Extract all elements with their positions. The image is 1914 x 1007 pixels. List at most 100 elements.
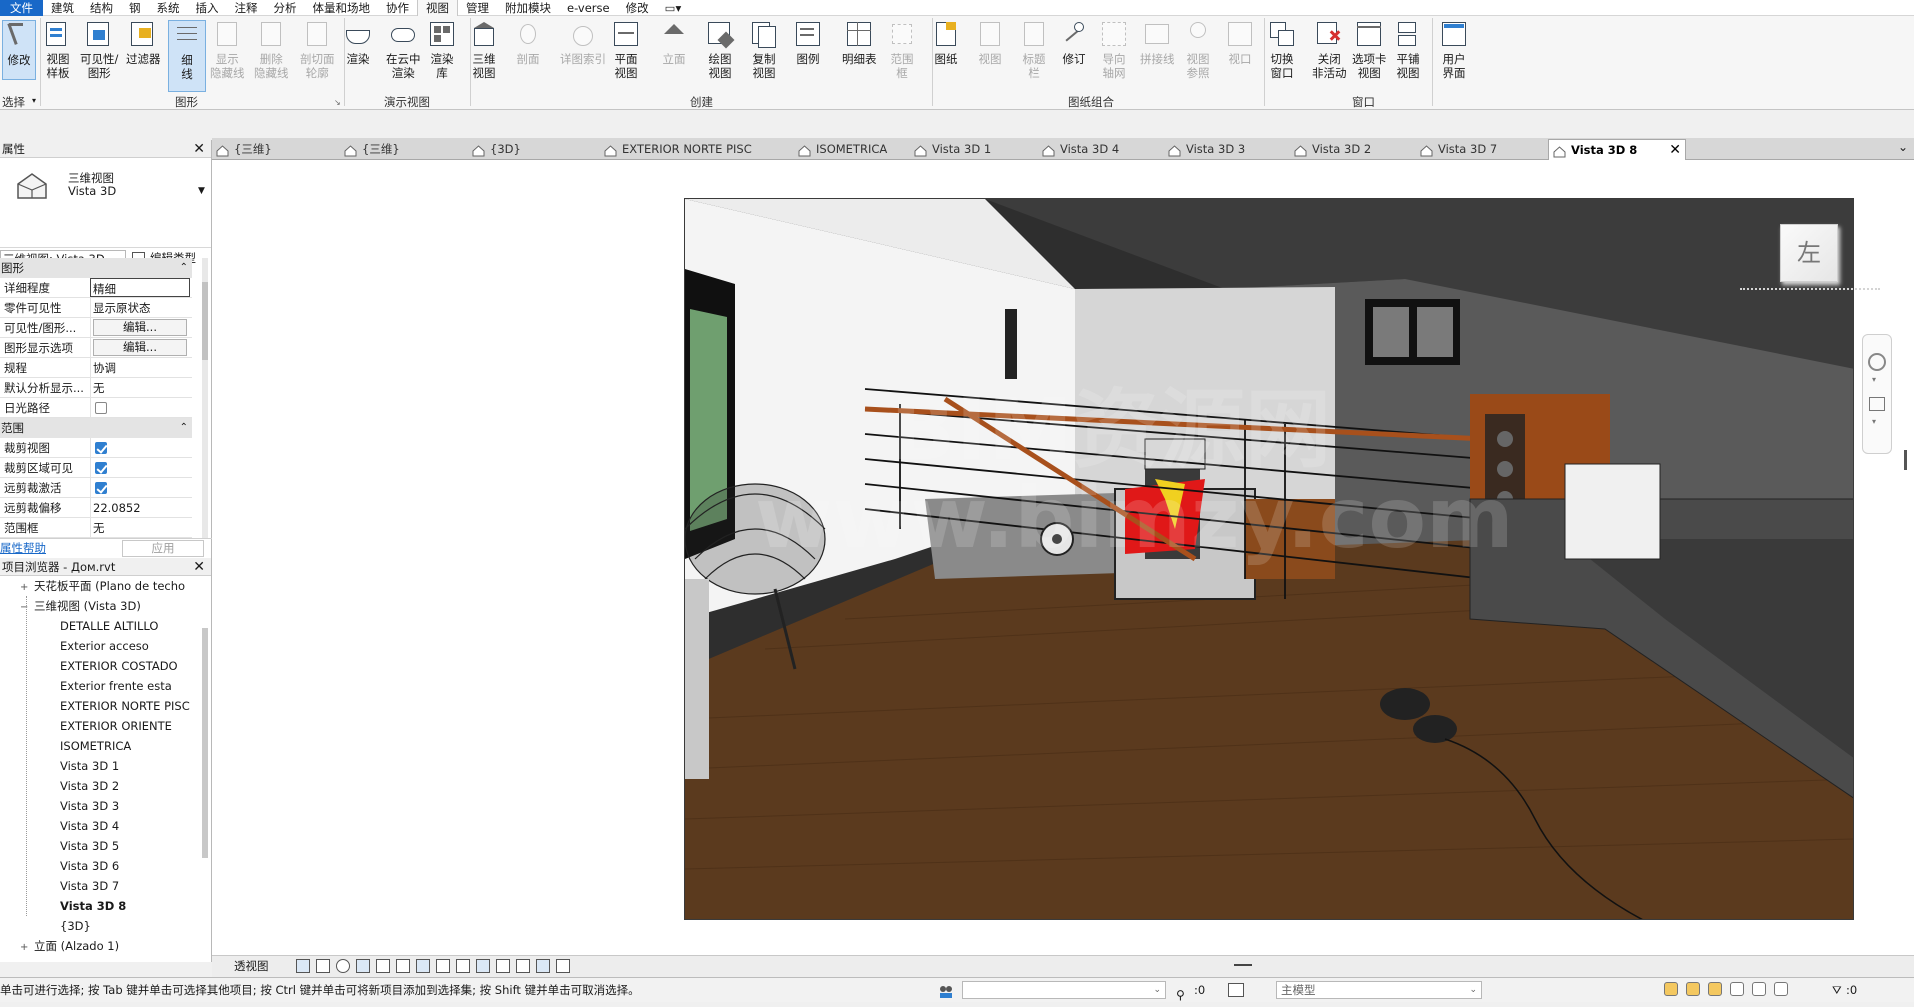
ribbon-button-30[interactable]: 关闭 非活动: [1312, 20, 1347, 80]
ribbon-button-22[interactable]: 视图: [976, 20, 1004, 66]
collapse-icon[interactable]: ⌃: [180, 418, 188, 438]
tree-item-view[interactable]: Vista 3D 8: [60, 896, 200, 916]
zoom-region-icon[interactable]: [1869, 397, 1885, 411]
chevron-down-icon[interactable]: ▾: [32, 96, 36, 105]
tree-item-view[interactable]: Exterior acceso: [60, 636, 200, 656]
dialog-launcher-icon[interactable]: ↘: [334, 98, 341, 107]
collapse-icon[interactable]: −: [20, 598, 34, 616]
view-tab[interactable]: EXTERIOR NORTE PISC: [600, 139, 792, 160]
scale-icon[interactable]: [296, 959, 310, 973]
tree-item-view[interactable]: Vista 3D 3: [60, 796, 200, 816]
menu-item-9[interactable]: 协作: [378, 0, 417, 16]
tree-item-view[interactable]: EXTERIOR COSTADO: [60, 656, 200, 676]
lock-view-icon[interactable]: [416, 959, 430, 973]
ribbon-button-21[interactable]: 图纸: [932, 20, 960, 66]
chevron-down-icon[interactable]: ▾: [1872, 375, 1876, 384]
edit-button[interactable]: 编辑...: [93, 319, 187, 336]
ribbon-button-7[interactable]: 剖切面 轮廓: [300, 20, 335, 80]
menu-item-1[interactable]: 建筑: [43, 0, 82, 16]
menu-item-3[interactable]: 钢: [121, 0, 149, 16]
property-value[interactable]: 无: [90, 518, 190, 537]
steering-wheel-icon[interactable]: [1868, 353, 1886, 371]
section-extents[interactable]: 范围 ⌃: [0, 418, 192, 438]
chevron-down-icon[interactable]: ▼: [198, 186, 205, 196]
ribbon-button-33[interactable]: 用户 界面: [1440, 20, 1468, 80]
ribbon-button-1[interactable]: 视图 样板: [44, 20, 72, 80]
rendered-3d-view[interactable]: BIM资源网 www.bimzy.com: [684, 198, 1854, 920]
property-edit-cell[interactable]: 编辑...: [90, 318, 190, 337]
menu-item-7[interactable]: 分析: [266, 0, 305, 16]
tree-item-view[interactable]: Vista 3D 1: [60, 756, 200, 776]
ribbon-button-14[interactable]: 平面 视图: [612, 20, 640, 80]
property-value[interactable]: 精细: [90, 278, 190, 297]
ribbon-button-5[interactable]: 显示 隐藏线: [210, 20, 245, 80]
tree-item-view[interactable]: Exterior frente esta: [60, 676, 200, 696]
select-pinned-icon[interactable]: [1708, 982, 1722, 996]
collapse-icon[interactable]: ⌃: [180, 258, 188, 278]
worksharing-display-icon[interactable]: [536, 959, 550, 973]
menu-item-12[interactable]: 附加模块: [497, 0, 559, 16]
ribbon-button-12[interactable]: 剖面: [514, 20, 542, 66]
ribbon-button-29[interactable]: 切换 窗口: [1268, 20, 1296, 80]
properties-scrollbar[interactable]: [202, 258, 208, 538]
ribbon-button-18[interactable]: 图例: [794, 20, 822, 66]
menu-item-13[interactable]: e-verse: [559, 0, 618, 16]
property-edit-cell[interactable]: 编辑...: [90, 338, 190, 357]
ribbon-button-23[interactable]: 标题 栏: [1020, 20, 1048, 80]
property-checkbox[interactable]: [95, 442, 107, 454]
ribbon-button-9[interactable]: 在云中 渲染: [386, 20, 421, 80]
ribbon-button-25[interactable]: 导向 轴网: [1100, 20, 1128, 80]
resize-handle[interactable]: [1234, 964, 1252, 966]
tree-item-view[interactable]: DETALLE ALTILLO: [60, 616, 200, 636]
view-cube[interactable]: 左: [1780, 224, 1838, 282]
ribbon-button-6[interactable]: 删除 隐藏线: [254, 20, 289, 80]
temporary-hide-icon[interactable]: [476, 959, 490, 973]
view-tab[interactable]: {三维}: [340, 139, 466, 160]
view-tab[interactable]: Vista 3D 4: [1038, 139, 1162, 160]
select-by-face-icon[interactable]: [1730, 982, 1744, 996]
tree-node-elevations[interactable]: + 立面 (Alzado 1): [20, 936, 200, 956]
view-tab[interactable]: {3D}: [468, 139, 598, 160]
sun-path-icon[interactable]: [356, 959, 370, 973]
view-tab[interactable]: Vista 3D 1: [910, 139, 1036, 160]
menu-item-4[interactable]: 系统: [149, 0, 188, 16]
menu-item-5[interactable]: 插入: [188, 0, 227, 16]
temporary-view-properties-icon[interactable]: [516, 959, 530, 973]
property-checkbox-cell[interactable]: [90, 438, 190, 457]
ribbon-button-31[interactable]: 选项卡 视图: [1352, 20, 1387, 80]
close-icon[interactable]: ✕: [193, 558, 205, 576]
scrollbar-thumb[interactable]: [202, 282, 208, 360]
tree-item-view[interactable]: Vista 3D 2: [60, 776, 200, 796]
design-option-dropdown[interactable]: 主模型 ⌄: [1276, 981, 1482, 999]
property-checkbox-cell[interactable]: [90, 478, 190, 497]
detail-level-icon[interactable]: [316, 959, 330, 973]
chevron-down-icon[interactable]: ▾: [1872, 417, 1876, 426]
shadows-icon[interactable]: [376, 959, 390, 973]
ribbon-button-8[interactable]: 渲染: [344, 20, 372, 66]
property-checkbox-cell[interactable]: [90, 458, 190, 477]
tree-item-view[interactable]: Vista 3D 5: [60, 836, 200, 856]
menu-item-0[interactable]: 文件: [0, 0, 43, 16]
close-icon[interactable]: ✕: [193, 140, 205, 158]
ribbon-button-13[interactable]: 详图索引: [560, 20, 606, 66]
tab-overflow-icon[interactable]: ⌄: [1898, 140, 1908, 154]
property-value[interactable]: 22.0852: [90, 498, 190, 517]
reveal-hidden-icon[interactable]: [496, 959, 510, 973]
drag-on-selection-icon[interactable]: [1752, 982, 1766, 996]
ribbon-button-26[interactable]: 拼接线: [1140, 20, 1175, 66]
drawing-area[interactable]: BIM资源网 www.bimzy.com: [212, 160, 1914, 955]
ribbon-button-28[interactable]: 视口: [1226, 20, 1254, 66]
browser-scrollbar[interactable]: [202, 628, 208, 858]
ribbon-button-17[interactable]: 复制 视图: [750, 20, 778, 80]
ribbon-button-32[interactable]: 平铺 视图: [1394, 20, 1422, 80]
apply-button[interactable]: 应用: [122, 540, 204, 557]
property-value[interactable]: 协调: [90, 358, 190, 377]
view-tab[interactable]: Vista 3D 3: [1164, 139, 1288, 160]
crop-view-icon[interactable]: [436, 959, 450, 973]
close-icon[interactable]: ✕: [1669, 140, 1681, 160]
tree-item-view[interactable]: Vista 3D 7: [60, 876, 200, 896]
tree-item-view[interactable]: Vista 3D 4: [60, 816, 200, 836]
filter-icon[interactable]: ⛛: [1832, 978, 1842, 1002]
tree-node-3d-views[interactable]: − 三维视图 (Vista 3D): [20, 596, 200, 616]
select-links-icon[interactable]: [1664, 982, 1678, 996]
